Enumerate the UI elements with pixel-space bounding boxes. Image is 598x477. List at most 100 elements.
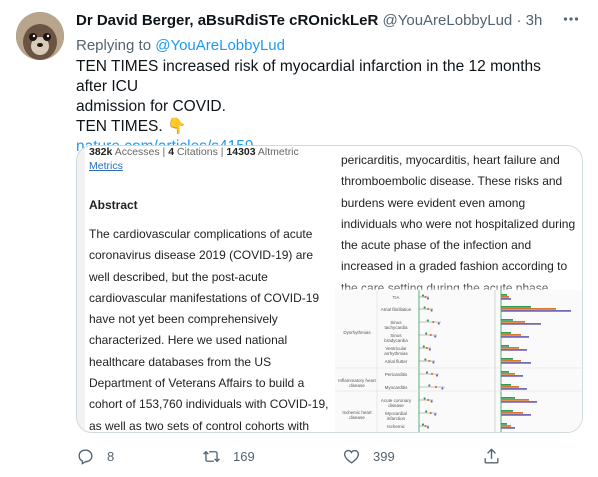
replying-to-handle[interactable]: @YouAreLobbyLud (155, 37, 285, 54)
altmetric-label: Altmetric (255, 146, 299, 158)
metrics-link: Metrics (89, 160, 123, 172)
tweet-line-1: TEN TIMES increased risk of myocardial i… (76, 58, 541, 95)
forest-point (423, 306, 426, 309)
reply-button[interactable]: 8 (76, 444, 114, 468)
forest-point (430, 372, 434, 376)
burden-bar (501, 323, 541, 325)
forest-point (434, 413, 437, 416)
retweet-button[interactable]: 169 (202, 444, 255, 468)
replying-to: Replying to @YouAreLobbyLud (76, 37, 285, 54)
reply-icon (78, 448, 93, 465)
avatar[interactable] (16, 12, 64, 60)
forest-plot: Dysrhythmias Inflammatory heart disease … (335, 290, 582, 432)
burden-bar (501, 310, 571, 312)
burden-bar (501, 401, 537, 403)
forest-point (426, 426, 430, 429)
burden-bar (501, 308, 556, 310)
forest-point (429, 411, 432, 415)
citations-label: Citations | (174, 146, 227, 158)
forest-point (429, 333, 432, 337)
forest-point (430, 400, 433, 403)
forest-point (441, 387, 444, 390)
forest-point (434, 385, 437, 389)
like-count: 399 (373, 448, 395, 464)
forest-point (425, 332, 428, 335)
attached-image[interactable]: 382k Accesses | 4 Citations | 14303 Altm… (76, 145, 583, 433)
burden-bar (501, 336, 529, 338)
share-button[interactable] (482, 444, 501, 468)
heart-icon (344, 449, 359, 464)
retweet-icon (203, 450, 220, 462)
forest-point (427, 307, 430, 311)
burden-bar (501, 296, 509, 298)
burden-bar (501, 362, 531, 364)
burden-bar (501, 375, 523, 377)
forest-point (428, 384, 431, 387)
burden-bar (501, 384, 511, 386)
burden-bar (501, 332, 511, 334)
burden-bar (501, 321, 525, 323)
forest-point (424, 424, 427, 428)
burden-bar (501, 298, 511, 300)
burden-bar (501, 306, 531, 308)
forest-point (432, 361, 435, 364)
burden-bar (501, 347, 519, 349)
forest-point (427, 398, 430, 402)
accesses-label: Accesses | (112, 146, 169, 158)
burden-bar (501, 371, 509, 373)
burden-bar (501, 427, 515, 429)
forest-point (428, 359, 431, 363)
tweet-actions: 8 169 399 (76, 444, 576, 468)
burden-bar (501, 334, 521, 336)
forest-point (426, 297, 430, 300)
forest-point (422, 345, 425, 348)
timestamp[interactable]: 3h (526, 12, 543, 29)
burden-bar (501, 349, 527, 351)
burden-bar (501, 319, 513, 321)
burden-bar (501, 388, 527, 390)
dog-avatar-image (16, 12, 64, 60)
forest-point (430, 309, 433, 312)
tweet-text: TEN TIMES increased risk of myocardial i… (76, 57, 576, 157)
burden-bar (501, 358, 513, 360)
forest-point (424, 358, 427, 361)
forest-point (425, 410, 428, 413)
forest-point (434, 335, 437, 338)
burden-bar (501, 386, 519, 388)
like-button[interactable]: 399 (342, 444, 395, 468)
tweet-line-3-text: TEN TIMES. (76, 118, 163, 135)
share-icon (484, 447, 499, 464)
forest-point (428, 348, 431, 351)
forest-plot-graphics (335, 290, 582, 432)
handle[interactable]: @YouAreLobbyLud (383, 12, 513, 29)
retweet-count: 169 (233, 448, 255, 464)
burden-bar (501, 410, 513, 412)
forest-point (437, 322, 440, 325)
tweet-line-3: TEN TIMES. 👇 (76, 117, 576, 137)
tweet-line-2: admission for COVID. (76, 98, 226, 115)
article-stats: 382k Accesses | 4 Citations | 14303 Altm… (89, 146, 299, 158)
burden-bar (501, 360, 521, 362)
pointing-down-emoji: 👇 (167, 118, 187, 135)
burden-bar (501, 412, 523, 414)
forest-point (432, 320, 435, 324)
abstract-text: The cardiovascular complications of acut… (89, 227, 329, 433)
more-options-button[interactable] (560, 10, 582, 32)
burden-bar (501, 423, 507, 425)
forest-point (421, 294, 425, 297)
forest-point (426, 319, 429, 322)
accesses-value: 382k (89, 146, 113, 158)
forest-point (421, 423, 425, 426)
burden-bar (501, 373, 515, 375)
forest-point (435, 374, 439, 377)
more-icon (563, 17, 579, 21)
reply-count: 8 (107, 448, 115, 464)
tweet-header: Dr David Berger, aBsuRdiSTe cROnickLeR @… (76, 12, 586, 32)
burden-bar (501, 397, 515, 399)
burden-bar (501, 294, 507, 296)
forest-point (423, 397, 426, 400)
separator: · (512, 12, 526, 29)
display-name[interactable]: Dr David Berger, aBsuRdiSTe cROnickLeR (76, 12, 378, 29)
burden-bar (501, 345, 509, 347)
abstract-heading: Abstract (89, 198, 138, 212)
